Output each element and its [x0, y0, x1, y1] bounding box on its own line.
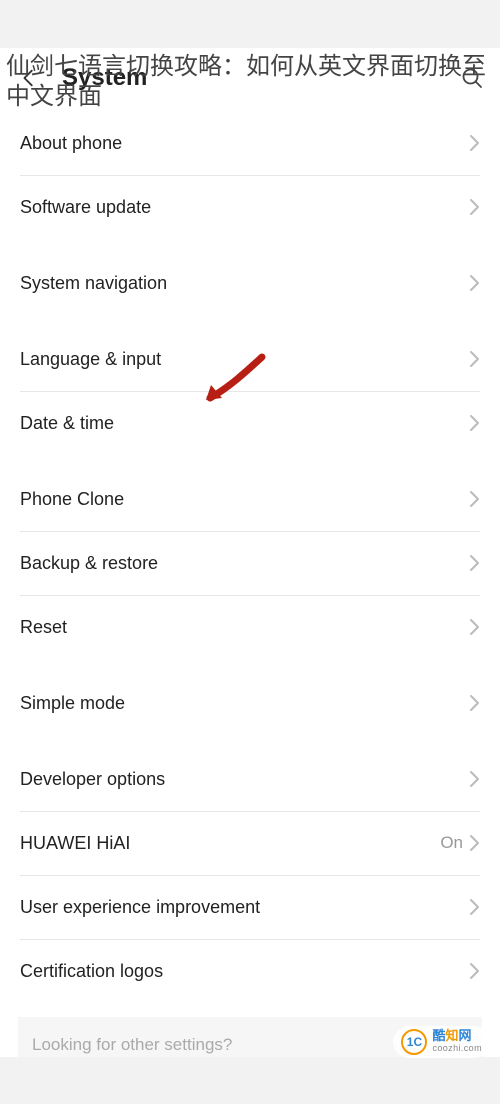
chevron-right-icon — [469, 274, 480, 292]
row-label: Reset — [20, 617, 469, 638]
watermark-badge-icon: 1C — [401, 1029, 427, 1055]
settings-group: System navigation — [0, 251, 500, 315]
row-language-input[interactable]: Language & input — [0, 327, 500, 391]
chevron-right-icon — [469, 618, 480, 636]
chevron-right-icon — [469, 694, 480, 712]
back-button[interactable] — [14, 63, 44, 93]
row-developer-options[interactable]: Developer options — [0, 747, 500, 811]
row-label: Language & input — [20, 349, 469, 370]
settings-group: Language & input Date & time — [0, 327, 500, 455]
row-label: HUAWEI HiAI — [20, 833, 440, 854]
chevron-right-icon — [469, 134, 480, 152]
search-button[interactable] — [458, 64, 486, 92]
settings-screen: System About phone Software update Syste… — [0, 48, 500, 1057]
chevron-right-icon — [469, 414, 480, 432]
header-bar: System — [0, 48, 500, 108]
row-user-experience[interactable]: User experience improvement — [0, 875, 500, 939]
row-label: User experience improvement — [20, 897, 469, 918]
row-label: Software update — [20, 197, 469, 218]
row-label: Backup & restore — [20, 553, 469, 574]
row-label: Certification logos — [20, 961, 469, 982]
chevron-right-icon — [469, 490, 480, 508]
chevron-right-icon — [469, 554, 480, 572]
watermark-stamp: 1C 酷知网 coozhi.com — [393, 1026, 490, 1058]
chevron-right-icon — [469, 198, 480, 216]
row-phone-clone[interactable]: Phone Clone — [0, 467, 500, 531]
settings-group: Simple mode — [0, 671, 500, 735]
row-reset[interactable]: Reset — [0, 595, 500, 659]
row-huawei-hiai[interactable]: HUAWEI HiAI On — [0, 811, 500, 875]
chevron-right-icon — [469, 770, 480, 788]
row-label: Developer options — [20, 769, 469, 790]
row-software-update[interactable]: Software update — [0, 175, 500, 239]
row-backup-restore[interactable]: Backup & restore — [0, 531, 500, 595]
chevron-right-icon — [469, 962, 480, 980]
row-simple-mode[interactable]: Simple mode — [0, 671, 500, 735]
row-certification-logos[interactable]: Certification logos — [0, 939, 500, 1003]
search-icon — [460, 66, 484, 90]
row-value: On — [440, 833, 463, 853]
chevron-right-icon — [469, 834, 480, 852]
row-date-time[interactable]: Date & time — [0, 391, 500, 455]
row-label: System navigation — [20, 273, 469, 294]
row-label: Phone Clone — [20, 489, 469, 510]
row-about-phone[interactable]: About phone — [0, 111, 500, 175]
chevron-right-icon — [469, 350, 480, 368]
row-label: Simple mode — [20, 693, 469, 714]
watermark-brand: 酷知网 — [432, 1030, 482, 1042]
settings-group: About phone Software update — [0, 111, 500, 239]
row-label: About phone — [20, 133, 469, 154]
back-arrow-icon — [18, 67, 40, 89]
settings-group: Phone Clone Backup & restore Reset — [0, 467, 500, 659]
page-title: System — [62, 64, 458, 92]
row-label: Date & time — [20, 413, 469, 434]
chevron-right-icon — [469, 898, 480, 916]
watermark-domain: coozhi.com — [432, 1042, 482, 1054]
row-system-navigation[interactable]: System navigation — [0, 251, 500, 315]
settings-group: Developer options HUAWEI HiAI On User ex… — [0, 747, 500, 1003]
